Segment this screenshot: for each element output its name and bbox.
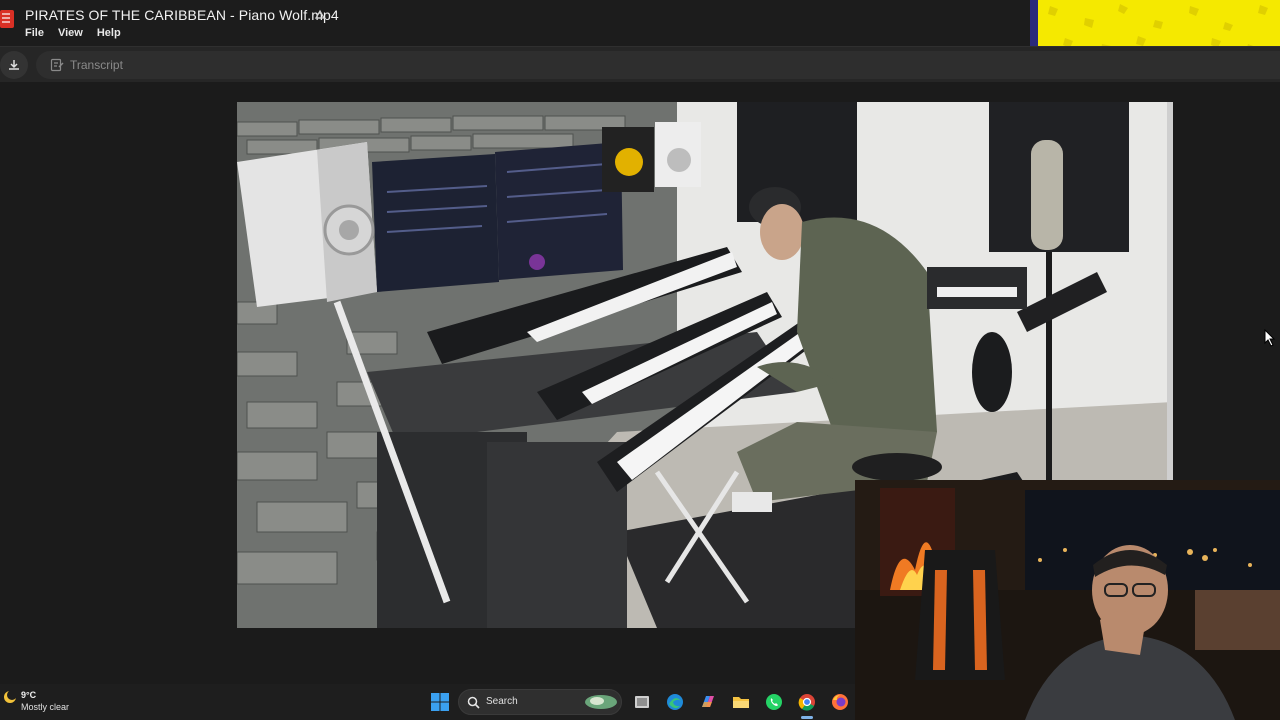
menu-file[interactable]: File: [25, 27, 44, 39]
task-view-icon[interactable]: [632, 692, 652, 712]
file-explorer-icon[interactable]: [731, 692, 751, 712]
search-label: Search: [486, 696, 518, 707]
windows-start-icon[interactable]: [430, 692, 450, 712]
download-button[interactable]: [0, 51, 28, 79]
menu-help[interactable]: Help: [97, 27, 121, 39]
taskbar: 9°C Mostly clear Search: [0, 684, 855, 720]
viewer-toolbar: Transcript: [0, 46, 1280, 82]
weather-description[interactable]: Mostly clear: [21, 702, 69, 712]
transcript-button[interactable]: Transcript: [36, 51, 1280, 79]
transcript-icon: [50, 58, 64, 72]
search-icon: [467, 696, 480, 709]
weather-temperature[interactable]: 9°C: [21, 690, 36, 700]
active-app-indicator: [801, 716, 813, 719]
search-highlight-icon: [585, 695, 617, 709]
cloud-sync-icon[interactable]: [313, 8, 327, 22]
video-file-icon: [0, 10, 14, 28]
taskbar-search-box[interactable]: Search: [458, 689, 622, 715]
chrome-icon[interactable]: [797, 692, 817, 712]
file-title: PIRATES OF THE CARIBBEAN - Piano Wolf.mp…: [25, 7, 339, 23]
webcam-frame: [855, 480, 1280, 720]
mouse-cursor-icon: [1264, 329, 1276, 347]
whatsapp-icon[interactable]: [764, 692, 784, 712]
menu-bar: File View Help: [25, 27, 121, 39]
webcam-overlay: [855, 480, 1280, 720]
menu-view[interactable]: View: [58, 27, 83, 39]
transcript-label: Transcript: [70, 58, 123, 72]
copilot-icon[interactable]: [698, 692, 718, 712]
weather-moon-icon[interactable]: [2, 689, 18, 705]
firefox-icon[interactable]: [830, 692, 850, 712]
download-icon: [9, 60, 19, 70]
edge-icon[interactable]: [665, 692, 685, 712]
